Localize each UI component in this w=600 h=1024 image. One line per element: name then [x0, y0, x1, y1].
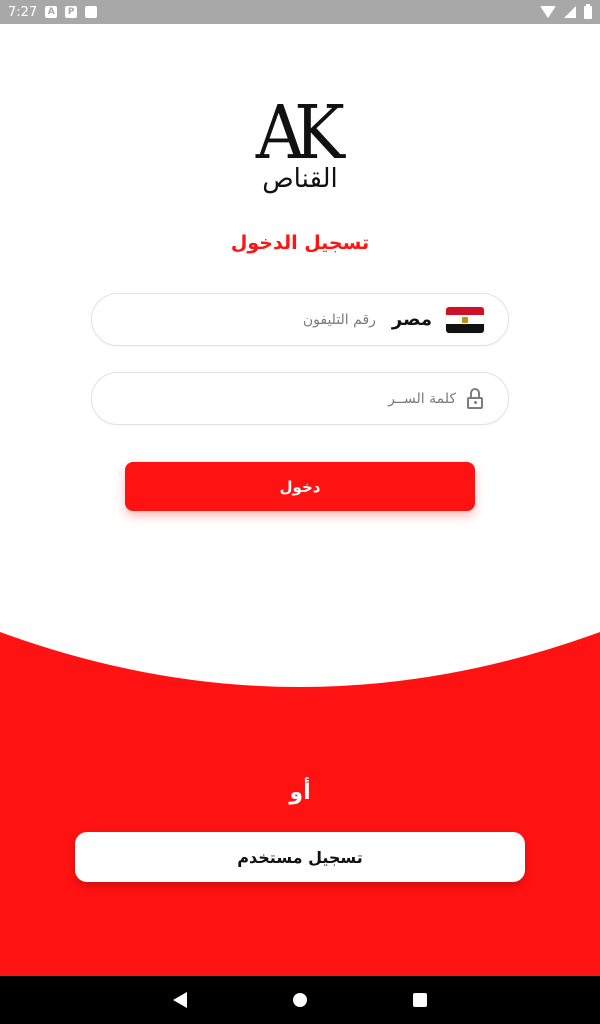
a-icon: A [45, 6, 58, 18]
status-bar: 7:27 A P [0, 0, 600, 24]
country-label[interactable]: مصر [392, 309, 432, 330]
status-time: 7:27 [8, 4, 38, 20]
login-button[interactable]: دخول [125, 462, 475, 511]
battery-icon [584, 3, 592, 19]
register-button[interactable]: تسجيل مستخدم [75, 832, 525, 882]
login-title: تسجيل الدخول [230, 232, 370, 254]
p-icon: P [65, 6, 78, 18]
home-icon[interactable] [293, 993, 307, 1007]
password-input[interactable] [116, 383, 456, 414]
or-divider: أو [289, 780, 311, 805]
lock-icon [466, 387, 484, 410]
phone-field[interactable]: مصر [91, 293, 509, 346]
recent-apps-icon[interactable] [413, 993, 427, 1007]
egypt-flag-icon[interactable] [446, 306, 484, 333]
password-field[interactable] [91, 372, 509, 425]
phone-input[interactable] [116, 304, 376, 335]
wifi-icon [540, 6, 556, 18]
sd-icon [85, 6, 98, 18]
logo-mark: AK [255, 90, 344, 176]
navigation-bar [0, 976, 600, 1024]
app-logo: AK القناص [0, 90, 600, 194]
back-icon[interactable] [173, 992, 187, 1008]
signal-icon [564, 6, 576, 18]
